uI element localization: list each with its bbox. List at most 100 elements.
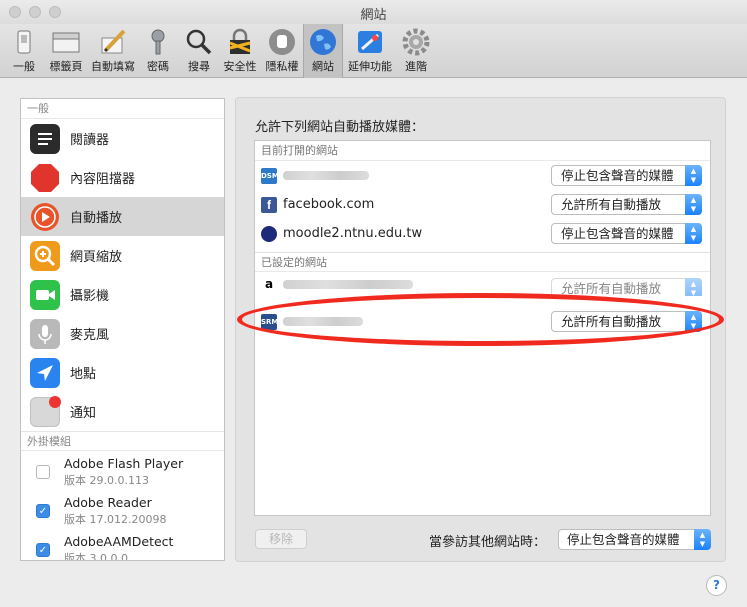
sidebar-item-label: 攝影機 (70, 289, 110, 304)
site-name: moodle2.ntnu.edu.tw (283, 226, 423, 241)
sidebar-item-content-blockers[interactable]: 內容阻擋器 (21, 158, 224, 197)
toolbar-tab-passwords[interactable]: 密碼 (140, 24, 176, 78)
site-row[interactable]: f facebook.com 允許所有自動播放 ▲ ▼ (255, 190, 710, 219)
toolbar-tab-general[interactable]: 一般 (6, 24, 42, 78)
group-header-configured-sites: 已設定的網站 (255, 252, 710, 272)
plugin-version: 版本 29.0.0.113 (64, 474, 149, 487)
site-name: facebook.com (283, 197, 375, 212)
autofill-pencil-icon (98, 28, 128, 56)
sidebar-item-autoplay[interactable]: 自動播放 (21, 197, 224, 236)
other-sites-select[interactable]: 停止包含聲音的媒體 ▲ ▼ (558, 529, 711, 550)
camera-icon (30, 279, 60, 310)
location-arrow-icon (30, 357, 60, 388)
toolbar-tab-advanced[interactable]: 進階 (398, 24, 434, 78)
toolbar-tab-websites[interactable]: 網站 (303, 24, 343, 78)
autoplay-setting-select[interactable]: 允許所有自動播放 ▲ ▼ (551, 278, 702, 296)
sidebar-item-page-zoom[interactable]: 網頁縮放 (21, 236, 224, 275)
site-row[interactable]: moodle2.ntnu.edu.tw 停止包含聲音的媒體 ▲ ▼ (255, 219, 710, 248)
tabs-icon (51, 28, 81, 56)
plugin-name: AdobeAAMDetect (64, 534, 174, 549)
microphone-icon (30, 318, 60, 349)
toolbar-label: 安全性 (223, 60, 257, 73)
sidebar-item-label: 網頁縮放 (70, 250, 123, 265)
sidebar-section-general: 一般 (21, 99, 224, 119)
autoplay-setting-select[interactable]: 停止包含聲音的媒體 ▲ ▼ (551, 223, 702, 244)
gear-icon (401, 28, 431, 56)
dsm-favicon-icon: DSM (261, 167, 279, 184)
zoom-icon (30, 240, 60, 271)
amazon-favicon-icon: a (261, 276, 277, 292)
chevron-updown-icon: ▲ ▼ (685, 165, 702, 186)
srm-favicon-icon: SRM (261, 313, 278, 330)
chevron-updown-icon: ▲ ▼ (685, 311, 702, 332)
sidebar-item-camera[interactable]: 攝影機 (21, 275, 224, 314)
sidebar-item-location[interactable]: 地點 (21, 353, 224, 392)
chevron-updown-icon: ▲ ▼ (685, 223, 702, 244)
other-sites-label: 當參訪其他網站時： (429, 535, 547, 550)
general-switch-icon (9, 28, 39, 56)
play-icon (30, 202, 60, 232)
toolbar-label: 密碼 (147, 60, 169, 73)
plugin-item-adobeaamdetect[interactable]: ✓ AdobeAAMDetect 版本 3.0.0.0 (21, 529, 224, 560)
sidebar-item-microphone[interactable]: 麥克風 (21, 314, 224, 353)
toolbar-label: 搜尋 (188, 60, 210, 73)
sidebar-section-plugins: 外掛模組 (21, 431, 224, 451)
chevron-updown-icon: ▲ ▼ (694, 529, 711, 550)
site-row[interactable]: DSM 停止包含聲音的媒體 ▲ ▼ (255, 161, 710, 190)
select-value: 允許所有自動播放 (561, 314, 662, 329)
plugin-item-flash[interactable]: Adobe Flash Player 版本 29.0.0.113 (21, 451, 224, 490)
toolbar-label: 標籤頁 (49, 60, 83, 73)
autoplay-settings-panel: 允許下列網站自動播放媒體： 目前打開的網站 DSM 停止包含聲音的媒體 ▲ ▼ f… (235, 97, 726, 562)
extensions-icon (355, 28, 385, 56)
settings-sidebar: 一般 閱讀器 內容阻擋器 自動播放 網頁縮放 攝影機 麥克風 地點 通知 外掛模… (20, 98, 225, 561)
notification-icon (30, 395, 61, 427)
toolbar-label: 延伸功能 (348, 60, 392, 73)
sidebar-item-reader[interactable]: 閱讀器 (21, 119, 224, 158)
toolbar-label: 進階 (405, 60, 427, 73)
reader-icon (30, 123, 60, 154)
plugin-checkbox[interactable]: ✓ (36, 543, 50, 557)
sidebar-item-label: 閱讀器 (70, 133, 110, 148)
magnifier-icon (184, 28, 214, 56)
toolbar-tab-privacy[interactable]: 隱私權 (263, 24, 301, 78)
sidebar-item-label: 地點 (70, 367, 97, 382)
select-value: 允許所有自動播放 (561, 281, 662, 296)
toolbar-label: 一般 (13, 60, 35, 73)
remove-button[interactable]: 移除 (255, 529, 307, 549)
blurred-site-name (283, 317, 363, 326)
preferences-toolbar: 一般 標籤頁 自動填寫 密碼 搜尋 安全性 隱私權 網站 延伸功能 進階 (0, 24, 747, 78)
website-list: 目前打開的網站 DSM 停止包含聲音的媒體 ▲ ▼ f facebook.com … (237, 140, 724, 516)
autoplay-setting-select[interactable]: 允許所有自動播放 ▲ ▼ (551, 194, 702, 215)
sidebar-item-notifications[interactable]: 通知 (21, 392, 224, 431)
plugin-checkbox[interactable]: ✓ (36, 504, 50, 518)
plugin-name: Adobe Flash Player (64, 456, 184, 471)
select-value: 允許所有自動播放 (561, 197, 662, 212)
sidebar-item-label: 通知 (70, 406, 97, 421)
toolbar-label: 網站 (312, 60, 334, 73)
plugin-version: 版本 17.012.20098 (64, 513, 167, 526)
toolbar-tab-search[interactable]: 搜尋 (180, 24, 218, 78)
group-header-open-sites: 目前打開的網站 (255, 141, 710, 161)
sidebar-item-label: 內容阻擋器 (70, 172, 136, 187)
plugin-checkbox[interactable] (36, 465, 50, 479)
help-button[interactable]: ? (706, 575, 727, 596)
plugin-item-adobe-reader[interactable]: ✓ Adobe Reader 版本 17.012.20098 (21, 490, 224, 529)
select-value: 停止包含聲音的媒體 (561, 168, 674, 183)
toolbar-tab-tabs[interactable]: 標籤頁 (46, 24, 86, 78)
autoplay-setting-select[interactable]: 允許所有自動播放 ▲ ▼ (551, 311, 702, 332)
site-row[interactable]: SRM 允許所有自動播放 ▲ ▼ (255, 307, 710, 336)
sidebar-item-label: 麥克風 (70, 328, 110, 343)
title-bar: 網站 (0, 0, 747, 24)
blurred-site-name (283, 171, 369, 180)
chevron-updown-icon: ▲ ▼ (685, 278, 702, 296)
toolbar-tab-autofill[interactable]: 自動填寫 (88, 24, 138, 78)
select-value: 停止包含聲音的媒體 (561, 226, 674, 241)
autoplay-setting-select[interactable]: 停止包含聲音的媒體 ▲ ▼ (551, 165, 702, 186)
window-title: 網站 (360, 8, 387, 23)
moodle-favicon-icon (261, 225, 277, 242)
toolbar-tab-security[interactable]: 安全性 (221, 24, 259, 78)
site-row[interactable]: a 允許所有自動播放 ▲ ▼ (255, 272, 710, 296)
toolbar-tab-extensions[interactable]: 延伸功能 (345, 24, 395, 78)
facebook-favicon-icon: f (261, 196, 277, 213)
blurred-site-name (283, 279, 413, 289)
